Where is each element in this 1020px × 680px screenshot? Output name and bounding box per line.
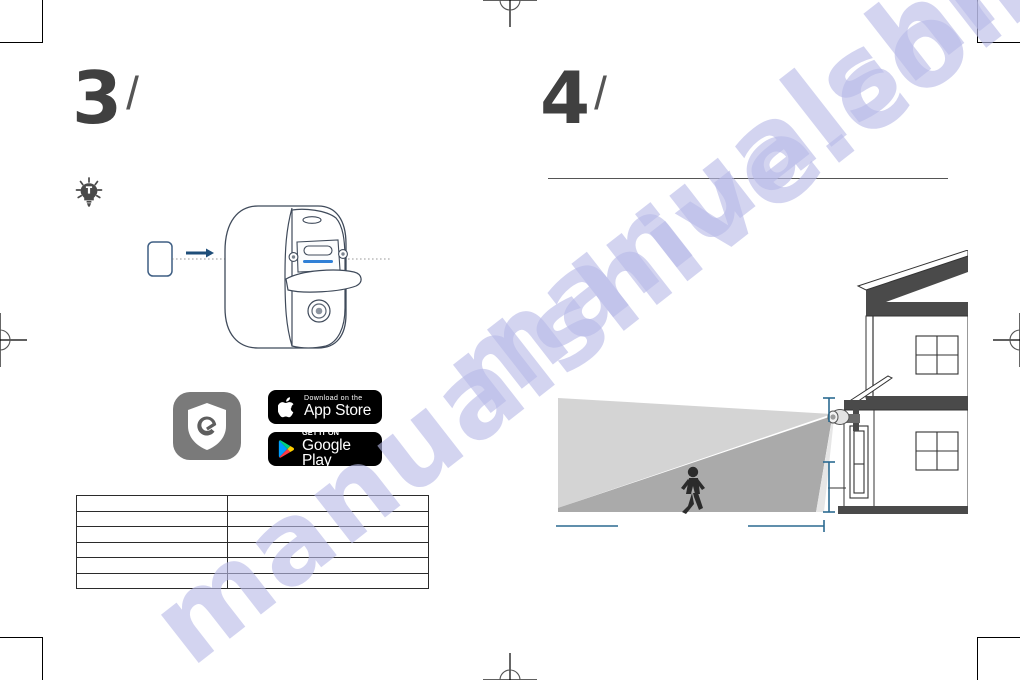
crop-mark-bottom-left — [0, 637, 43, 680]
step-4-number: 4 — [540, 56, 590, 140]
step-3-heading: 3 / — [72, 62, 139, 134]
registration-mark-left — [0, 313, 27, 367]
crop-mark-top-left — [0, 0, 43, 43]
table-cell-value — [227, 510, 429, 527]
horizontal-dimension-right — [748, 520, 825, 532]
table-cell-key — [76, 495, 228, 512]
table-cell-key — [76, 526, 228, 543]
house-foundation — [838, 506, 968, 514]
table-row — [76, 526, 429, 543]
camera-detection-range-diagram — [556, 250, 968, 532]
google-play-badge-big-text: Google Play — [302, 436, 351, 470]
insertion-arrow-icon — [186, 248, 214, 258]
app-store-badge-small-text: Download on the — [304, 395, 363, 403]
camera-usb-port-diagram — [147, 205, 390, 349]
step-4-heading: 4 / — [540, 62, 607, 134]
usb-port-recess — [296, 239, 341, 273]
table-cell-key — [76, 557, 228, 574]
registration-mark-top — [483, 0, 537, 27]
step-4-separator: / — [594, 67, 607, 119]
crop-mark-top-right — [977, 0, 1020, 43]
crop-mark-bottom-right — [977, 637, 1020, 680]
table-row — [76, 557, 429, 574]
camera-lens-pupil — [315, 307, 323, 315]
house-door — [849, 425, 869, 499]
lightbulb-icon — [75, 177, 103, 207]
table-cell-value — [227, 495, 429, 512]
table-row — [76, 572, 429, 589]
google-play-badge-small-text: GET IT ON — [302, 428, 339, 438]
table-cell-key — [76, 510, 228, 527]
table-cell-key — [76, 572, 228, 589]
house-window-lower — [915, 431, 959, 471]
house-window-upper — [915, 335, 959, 375]
memory-card-shape — [147, 241, 173, 277]
shield-icon — [188, 403, 226, 450]
table-cell-value — [227, 541, 429, 558]
table-cell-value — [227, 526, 429, 543]
table-row — [76, 541, 429, 558]
security-app-icon[interactable] — [173, 392, 241, 460]
table-cell-value — [227, 572, 429, 589]
registration-mark-bottom — [483, 653, 537, 680]
specification-table — [76, 495, 429, 589]
page-canvas: 3 / Download on the App Store GET IT ON … — [0, 0, 1020, 680]
registration-mark-right — [993, 313, 1020, 367]
step-3-number: 3 — [72, 56, 122, 140]
usb-port-highlight — [303, 260, 333, 263]
table-cell-key — [76, 541, 228, 558]
house-floor-band — [866, 396, 968, 410]
apple-icon — [278, 396, 294, 417]
app-store-badge[interactable]: Download on the App Store — [268, 390, 382, 424]
google-play-badge[interactable]: GET IT ON Google Play — [268, 428, 382, 470]
table-row — [76, 495, 429, 512]
app-store-badge-big-text: App Store — [304, 402, 372, 420]
camera-top-indicator — [302, 216, 322, 224]
step-3-separator: / — [126, 67, 139, 119]
house-eave-band — [866, 302, 968, 316]
usb-c-port — [303, 245, 333, 256]
table-cell-value — [227, 557, 429, 574]
google-play-icon — [278, 440, 295, 458]
step-4-divider — [548, 178, 948, 179]
security-app-icon-glyph — [188, 403, 226, 450]
table-row — [76, 510, 429, 527]
